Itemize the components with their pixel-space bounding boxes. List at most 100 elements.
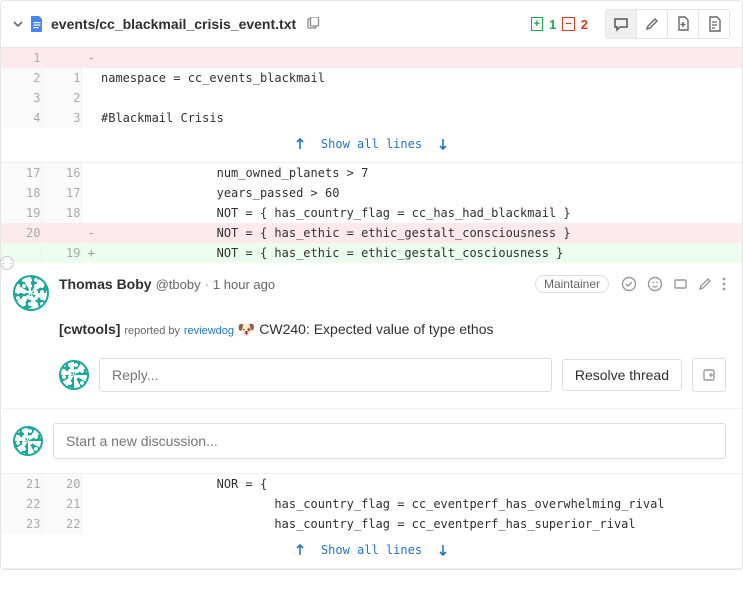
emoji-icon[interactable] xyxy=(647,276,663,292)
diff-sign xyxy=(81,474,101,494)
code-content xyxy=(101,88,742,108)
old-line-number[interactable]: 4 xyxy=(1,108,41,128)
comment-body: [cwtools] reported by reviewdog 🐶 CW240:… xyxy=(59,319,726,340)
diff-file-container: events/cc_blackmail_crisis_event.txt + 1… xyxy=(0,0,743,570)
new-line-number[interactable]: 3 xyxy=(41,108,81,128)
new-discussion-input[interactable] xyxy=(53,423,726,459)
separator: · xyxy=(205,277,209,292)
copy-path-icon[interactable] xyxy=(306,17,320,31)
code-content: num_owned_planets > 7 xyxy=(101,163,742,184)
code-content: NOT = { has_ethic = ethic_gestalt_coscio… xyxy=(101,243,742,263)
old-line-number[interactable]: 20 xyxy=(1,223,41,243)
resolve-thread-button[interactable]: Resolve thread xyxy=(562,359,682,391)
diff-line[interactable]: 43 #Blackmail Crisis xyxy=(1,108,742,128)
avatar[interactable] xyxy=(59,360,89,390)
code-content: NOR = { xyxy=(101,474,742,494)
new-line-number[interactable]: 21 xyxy=(41,494,81,514)
comments-toggle-icon[interactable] xyxy=(605,9,637,39)
diff-line[interactable]: 32 xyxy=(1,88,742,108)
diff-sign xyxy=(81,163,101,184)
diff-sign xyxy=(81,494,101,514)
diff-sign xyxy=(81,108,101,128)
body-message: CW240: Expected value of type ethos xyxy=(259,321,493,337)
file-path[interactable]: events/cc_blackmail_crisis_event.txt xyxy=(51,16,296,32)
reply-input[interactable] xyxy=(99,358,552,392)
old-line-number[interactable]: 23 xyxy=(1,514,41,534)
old-line-number[interactable]: 17 xyxy=(1,163,41,184)
file-actions xyxy=(606,9,730,39)
file-header: events/cc_blackmail_crisis_event.txt + 1… xyxy=(1,1,742,48)
added-count: 1 xyxy=(549,17,556,32)
diff-line[interactable]: 1- xyxy=(1,48,742,68)
thread-options-icon[interactable] xyxy=(692,358,726,392)
old-line-number[interactable]: 2 xyxy=(1,68,41,88)
old-line-number[interactable]: 21 xyxy=(1,474,41,494)
resolve-check-icon[interactable] xyxy=(621,276,637,292)
new-line-number[interactable]: 20 xyxy=(41,474,81,494)
old-line-number[interactable]: 19 xyxy=(1,203,41,223)
new-line-number[interactable]: 22 xyxy=(41,514,81,534)
body-reported: reported by xyxy=(124,325,180,337)
new-line-number[interactable]: 16 xyxy=(41,163,81,184)
new-line-number[interactable]: 18 xyxy=(41,203,81,223)
new-line-number[interactable]: 2 xyxy=(41,88,81,108)
diff-sign xyxy=(81,183,101,203)
edit-comment-icon[interactable] xyxy=(698,277,712,291)
diff-sign: - xyxy=(81,48,101,68)
expand-label: Show all lines xyxy=(321,540,422,560)
show-all-lines-link[interactable]: Show all lines xyxy=(295,540,448,560)
diff-line[interactable]: 2221 has_country_flag = cc_eventperf_has… xyxy=(1,494,742,514)
diff-sign: - xyxy=(81,223,101,243)
diff-line[interactable]: 19+ NOT = { has_ethic = ethic_gestalt_co… xyxy=(1,243,742,263)
expand-row: Show all lines xyxy=(1,128,742,163)
diff-table: 1-21namespace = cc_events_blackmail3243#… xyxy=(1,48,742,263)
diff-sign: + xyxy=(81,243,101,263)
diff-line[interactable]: 21 namespace = cc_events_blackmail xyxy=(1,68,742,88)
author-handle[interactable]: @tboby xyxy=(156,277,201,292)
comment-time[interactable]: 1 hour ago xyxy=(213,277,275,292)
diff-line[interactable]: 2120 NOR = { xyxy=(1,474,742,494)
expand-row: Show all lines xyxy=(1,534,742,569)
new-file-icon[interactable] xyxy=(667,9,699,39)
new-line-number[interactable]: 19 xyxy=(41,243,81,263)
new-discussion-row xyxy=(1,409,742,474)
diff-line[interactable]: 1716 num_owned_planets > 7 xyxy=(1,163,742,184)
expand-label: Show all lines xyxy=(321,134,422,154)
avatar[interactable] xyxy=(13,275,49,311)
diff-line[interactable]: 2322 has_country_flag = cc_eventperf_has… xyxy=(1,514,742,534)
reply-icon[interactable] xyxy=(673,277,688,292)
view-file-icon[interactable] xyxy=(698,9,730,39)
author-name[interactable]: Thomas Boby xyxy=(59,276,152,292)
edit-file-icon[interactable] xyxy=(636,9,668,39)
code-content: namespace = cc_events_blackmail xyxy=(101,68,742,88)
show-all-lines-link[interactable]: Show all lines xyxy=(295,134,448,154)
old-line-number[interactable]: 22 xyxy=(1,494,41,514)
code-content: years_passed > 60 xyxy=(101,183,742,203)
new-line-number[interactable] xyxy=(41,48,81,68)
old-line-number[interactable]: 1 xyxy=(1,48,41,68)
discussion-thread: Thomas Boby @tboby · 1 hour ago Maintain… xyxy=(1,263,742,409)
collapse-chevron-icon[interactable] xyxy=(13,19,23,29)
drag-handle-icon[interactable]: ⋮⋮ xyxy=(0,256,14,270)
more-actions-icon[interactable] xyxy=(722,276,726,292)
diff-line[interactable]: 20 - NOT = { has_ethic = ethic_gestalt_co… xyxy=(1,223,742,243)
removed-count: 2 xyxy=(581,17,588,32)
removed-badge: − xyxy=(562,17,574,31)
diff-sign xyxy=(81,514,101,534)
code-content: NOT = { has_ethic = ethic_gestalt_consci… xyxy=(101,223,742,243)
avatar[interactable] xyxy=(13,426,43,456)
new-line-number[interactable]: 17 xyxy=(41,183,81,203)
old-line-number[interactable]: 3 xyxy=(1,88,41,108)
code-content: #Blackmail Crisis xyxy=(101,108,742,128)
diff-line[interactable]: 1817 years_passed > 60 xyxy=(1,183,742,203)
file-icon xyxy=(29,15,45,33)
old-line-number[interactable]: 18 xyxy=(1,183,41,203)
reviewdog-link[interactable]: reviewdog xyxy=(184,325,234,337)
diff-sign xyxy=(81,203,101,223)
diff-line[interactable]: 1918 NOT = { has_country_flag = cc_has_h… xyxy=(1,203,742,223)
role-badge: Maintainer xyxy=(535,275,609,293)
new-line-number[interactable] xyxy=(41,223,81,243)
code-content xyxy=(101,48,742,68)
new-line-number[interactable]: 1 xyxy=(41,68,81,88)
body-tag: [cwtools] xyxy=(59,321,120,337)
